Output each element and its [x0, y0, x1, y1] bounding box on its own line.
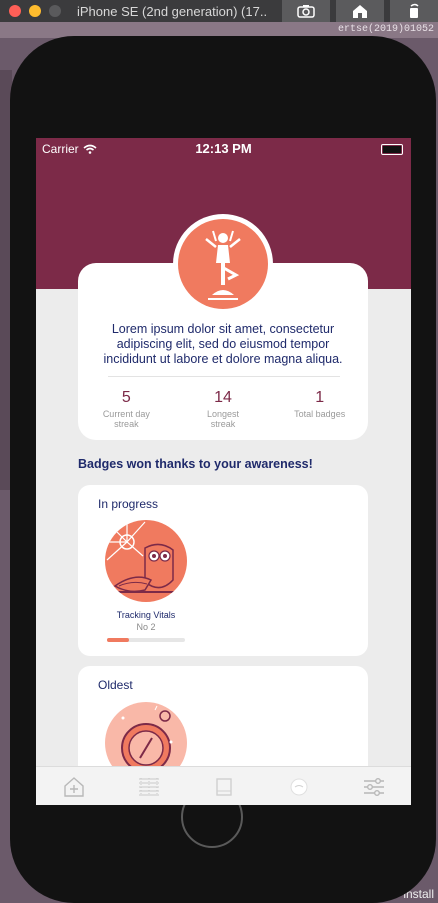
intro-text: Lorem ipsum dolor sit amet, consectetur … — [103, 322, 343, 366]
desktop-text: ertse(2019)01052 — [337, 24, 434, 35]
badge-progress-fill — [107, 638, 129, 642]
in-progress-card[interactable]: In progress Tracking Vitals No 2 — [78, 485, 368, 656]
card-title: Oldest — [98, 678, 133, 692]
home-icon — [353, 5, 367, 18]
stats-row: 5 Current day streak 14 Longest streak 1… — [78, 389, 368, 429]
close-window-button[interactable] — [9, 5, 21, 17]
tab-book[interactable] — [211, 774, 237, 800]
battery-icon — [381, 144, 403, 155]
tab-grid[interactable] — [136, 774, 162, 800]
simulator-title-bar: iPhone SE (2nd generation) (17... — [0, 0, 438, 22]
screenshot-button[interactable] — [282, 0, 330, 22]
owl-icon — [105, 520, 187, 593]
rotate-icon — [410, 3, 419, 18]
section-title: Badges won thanks to your awareness! — [78, 457, 313, 471]
card-title: In progress — [98, 497, 159, 511]
minimize-window-button[interactable] — [29, 5, 41, 17]
stat-value: 1 — [315, 389, 325, 406]
grid-icon — [138, 777, 159, 796]
badge-name: Tracking Vitals — [116, 610, 176, 620]
camera-icon — [297, 5, 315, 18]
status-bar: Carrier 12:13 PM — [36, 138, 411, 158]
tab-add[interactable] — [61, 774, 87, 800]
tab-settings[interactable] — [361, 774, 387, 800]
add-icon — [63, 776, 84, 797]
stat-current-streak: 5 Current day streak — [78, 389, 175, 429]
status-time: 12:13 PM — [195, 141, 252, 156]
sliders-icon — [363, 777, 384, 796]
avatar-ring — [173, 214, 273, 314]
rotate-button[interactable] — [390, 0, 438, 22]
home-button-toolbar[interactable] — [336, 0, 384, 22]
yoga-figure-icon — [205, 230, 241, 300]
badge-level: No 2 — [136, 622, 156, 632]
stat-value: 5 — [121, 389, 131, 406]
chat-icon — [290, 778, 307, 795]
tab-bar — [36, 766, 411, 805]
window-controls — [9, 5, 61, 17]
app-screen: Carrier 12:13 PM Lorem ipsum dolor sit a… — [36, 138, 411, 805]
badge-owl-image[interactable] — [105, 520, 187, 602]
stat-total-badges: 1 Total badges — [271, 389, 368, 429]
avatar[interactable] — [178, 219, 268, 309]
zoom-window-button[interactable] — [49, 5, 61, 17]
tab-chat[interactable] — [286, 774, 312, 800]
card-divider — [108, 376, 340, 377]
stat-value: 14 — [214, 389, 232, 406]
stat-label: Longest streak — [206, 409, 240, 429]
stat-label: Current day streak — [102, 409, 150, 429]
badge-progress-bar — [107, 638, 185, 642]
window-title: iPhone SE (2nd generation) (17... — [77, 3, 267, 19]
book-icon — [215, 777, 232, 796]
stat-longest-streak: 14 Longest streak — [175, 389, 272, 429]
stat-label: Total badges — [294, 409, 346, 419]
